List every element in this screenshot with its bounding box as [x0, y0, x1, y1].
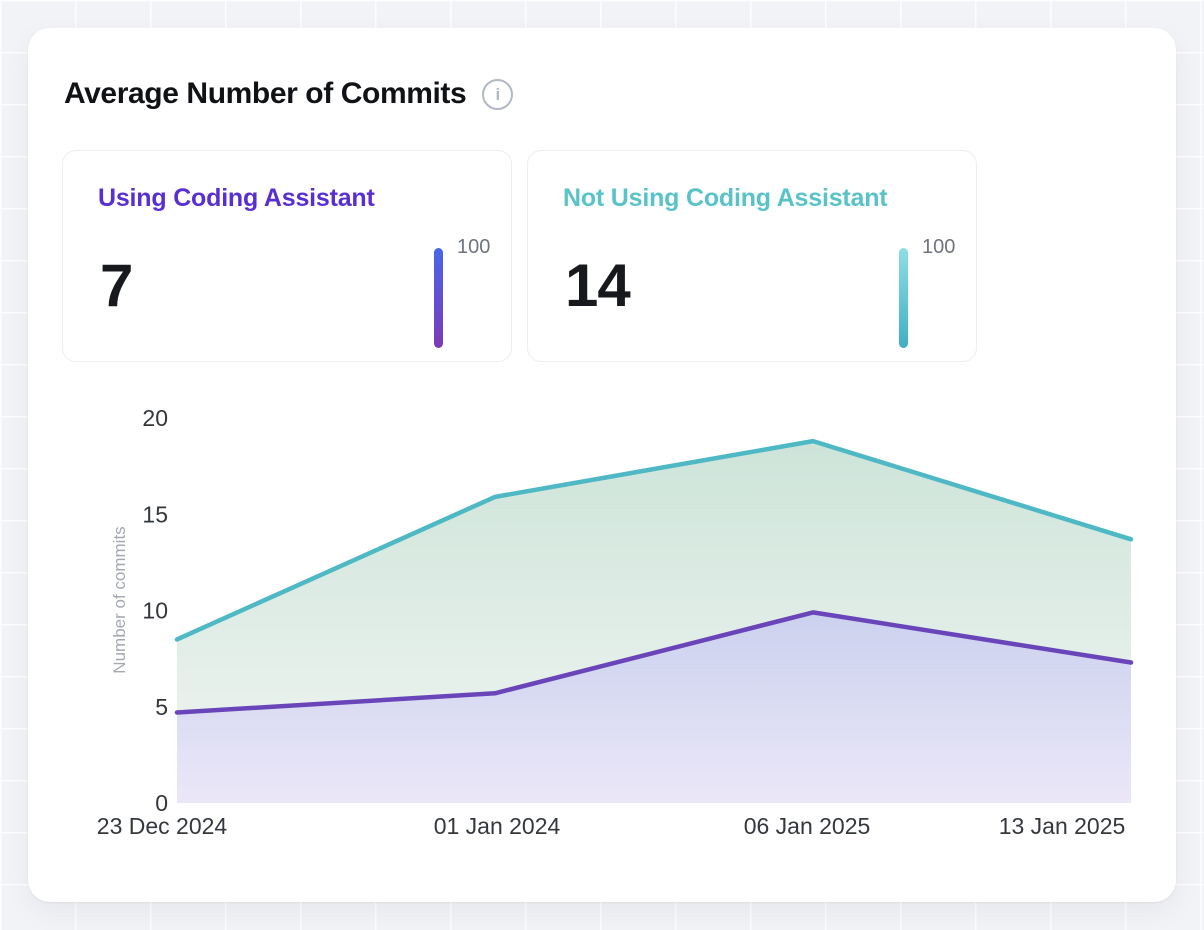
y-tick-label: 10 — [142, 598, 168, 624]
series-line-not-using — [177, 441, 1131, 639]
stat-bar-max-label: 100 — [457, 236, 490, 259]
stat-value: 14 — [565, 255, 630, 317]
page-title: Average Number of Commits — [64, 76, 466, 112]
y-axis-title: Number of commits — [110, 526, 129, 673]
series-line-using — [177, 612, 1131, 712]
x-tick-label: 23 Dec 2024 — [97, 813, 228, 839]
info-icon[interactable]: i — [482, 79, 513, 110]
stat-value: 7 — [100, 255, 132, 317]
gradient-bar-icon — [899, 248, 908, 348]
gradient-bar-icon — [434, 248, 443, 348]
y-tick-label: 15 — [142, 501, 168, 527]
x-tick-label: 01 Jan 2024 — [434, 813, 561, 839]
stat-card-not-using-assistant: Not Using Coding Assistant 14 100 — [527, 150, 977, 362]
info-icon-glyph: i — [495, 86, 500, 103]
y-tick-label: 20 — [142, 405, 168, 431]
area-fill-not-using — [177, 441, 1131, 803]
stat-card-using-assistant: Using Coding Assistant 7 100 — [62, 150, 512, 362]
average-commits-card: Average Number of Commits i Using Coding… — [28, 28, 1176, 902]
y-tick-label: 5 — [155, 694, 168, 720]
x-tick-label: 06 Jan 2025 — [744, 813, 871, 839]
stat-bar-max-label: 100 — [922, 236, 955, 259]
stat-label: Using Coding Assistant — [98, 184, 375, 213]
x-tick-label: 13 Jan 2025 — [999, 813, 1126, 839]
y-tick-label: 0 — [155, 790, 168, 816]
stat-label: Not Using Coding Assistant — [563, 184, 887, 213]
stat-cards-row: Using Coding Assistant 7 100 Not Using C… — [62, 150, 977, 362]
area-fill-using — [177, 612, 1131, 803]
card-header: Average Number of Commits i — [64, 76, 513, 112]
